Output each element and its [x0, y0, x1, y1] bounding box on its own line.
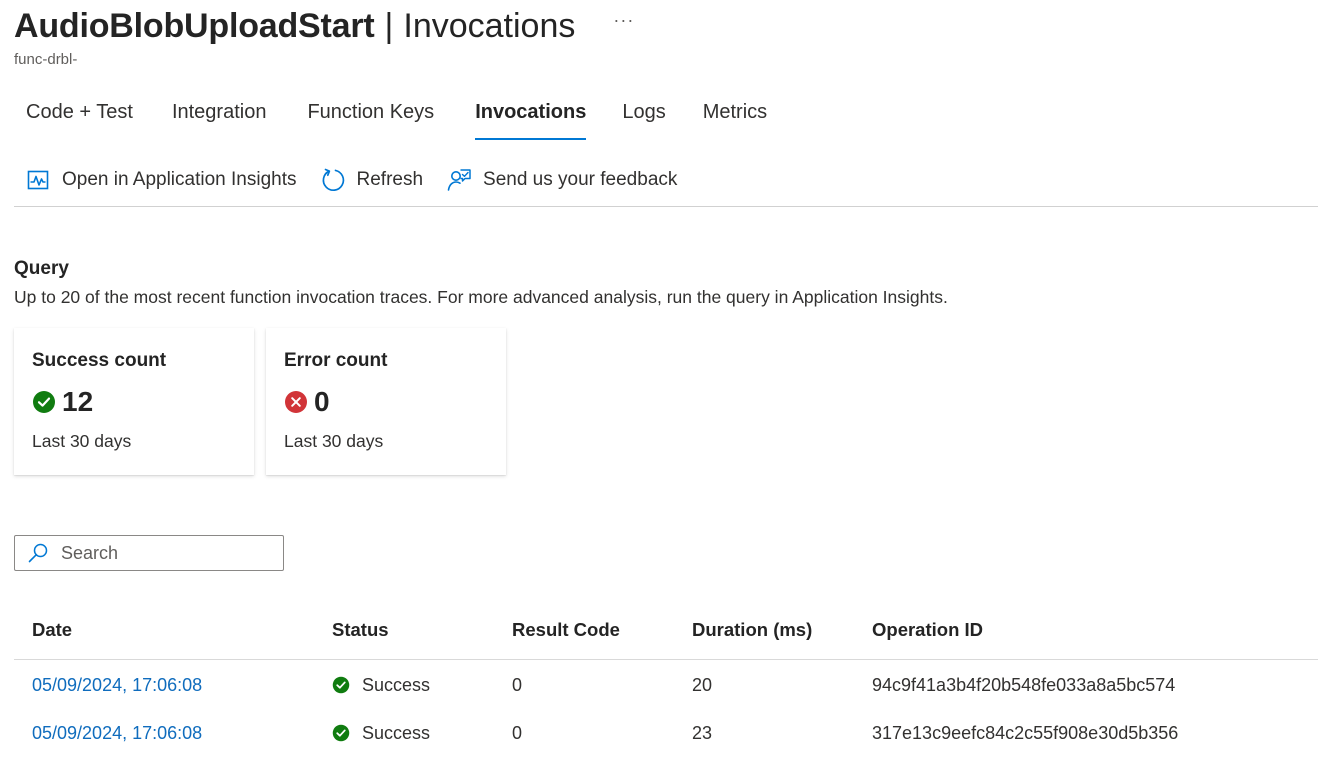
result-code-cell: 0 [512, 674, 523, 695]
column-header-status[interactable]: Status [314, 619, 494, 641]
more-options-button[interactable]: ··· [613, 10, 634, 31]
column-header-operation-id[interactable]: Operation ID [854, 619, 1234, 641]
success-icon [332, 724, 350, 742]
resource-name: func-drbl- [14, 51, 78, 68]
column-header-date[interactable]: Date [14, 619, 314, 641]
status-text: Success [362, 722, 431, 743]
error-icon [285, 391, 307, 413]
date-cell: 05/09/2024, 17:06:08 [14, 723, 314, 744]
tab-integration[interactable]: Integration [160, 96, 279, 140]
error-count-value: 0 [314, 386, 330, 417]
search-icon [28, 543, 48, 563]
query-description: Up to 20 of the most recent function inv… [14, 287, 948, 307]
refresh-button[interactable]: Refresh [319, 166, 424, 194]
page-title: AudioBlobUploadStart [14, 6, 375, 45]
open-in-application-insights-button[interactable]: Open in Application Insights [24, 166, 297, 194]
tab-invocations[interactable]: Invocations [463, 96, 598, 140]
card-title: Error count [284, 350, 388, 371]
operation-id-cell: 94c9f41a3b4f20b548fe033a8a5bc574 [872, 674, 1176, 695]
duration-cell: 20 [692, 674, 713, 695]
date-cell: 05/09/2024, 17:06:08 [14, 675, 314, 696]
send-feedback-button[interactable]: Send us your feedback [445, 166, 677, 194]
column-header-duration[interactable]: Duration (ms) [674, 619, 854, 641]
title-row: AudioBlobUploadStart | Invocations ··· [14, 4, 1318, 48]
tab-function-keys[interactable]: Function Keys [295, 96, 446, 140]
title-separator: | [384, 6, 394, 45]
card-value-row: 0 [284, 385, 488, 419]
card-value-row: 12 [32, 385, 236, 419]
operation-id-cell: 317e13c9eefc84c2c55f908e30d5b356 [872, 722, 1179, 743]
card-title: Success count [32, 350, 167, 371]
tab-logs[interactable]: Logs [610, 96, 677, 140]
success-icon [33, 391, 55, 413]
result-code-cell: 0 [512, 722, 523, 743]
table-row: 05/09/2024, 17:06:08 Success 0 23 317e13… [14, 709, 1318, 757]
duration-cell: 23 [692, 722, 713, 743]
column-header-result-code[interactable]: Result Code [494, 619, 674, 641]
feedback-icon [445, 166, 473, 194]
page-header: AudioBlobUploadStart | Invocations ··· f… [14, 4, 1318, 69]
tab-code-test[interactable]: Code + Test [14, 96, 145, 140]
search-input[interactable] [61, 542, 261, 564]
search-box[interactable] [14, 535, 284, 571]
status-cell: Success [314, 723, 494, 744]
refresh-icon [319, 166, 347, 194]
status-text: Success [362, 674, 431, 695]
toolbar-divider [14, 206, 1318, 207]
table-header: Date Status Result Code Duration (ms) Op… [14, 600, 1318, 660]
success-icon [332, 676, 350, 694]
card-period: Last 30 days [284, 431, 384, 451]
command-bar: Open in Application Insights Refresh Sen… [24, 164, 677, 196]
table-row: 05/09/2024, 17:06:08 Success 0 20 94c9f4… [14, 661, 1318, 709]
send-feedback-label: Send us your feedback [483, 169, 678, 190]
chart-icon [24, 166, 52, 194]
card-period: Last 30 days [32, 431, 132, 451]
tab-bar: Code + Test Integration Function Keys In… [14, 96, 779, 140]
success-count-card: Success count 12 Last 30 days [14, 328, 254, 475]
invocation-date-link[interactable]: 05/09/2024, 17:06:08 [32, 723, 202, 744]
success-count-value: 12 [62, 386, 94, 417]
query-heading: Query [14, 258, 69, 279]
refresh-label: Refresh [356, 169, 424, 190]
invocations-table: Date Status Result Code Duration (ms) Op… [14, 600, 1318, 757]
invocation-date-link[interactable]: 05/09/2024, 17:06:08 [32, 675, 202, 696]
error-count-card: Error count 0 Last 30 days [266, 328, 506, 475]
open-in-application-insights-label: Open in Application Insights [62, 169, 297, 190]
tab-metrics[interactable]: Metrics [691, 96, 779, 140]
page-subtitle-section: Invocations [403, 6, 576, 45]
status-cell: Success [314, 675, 494, 696]
